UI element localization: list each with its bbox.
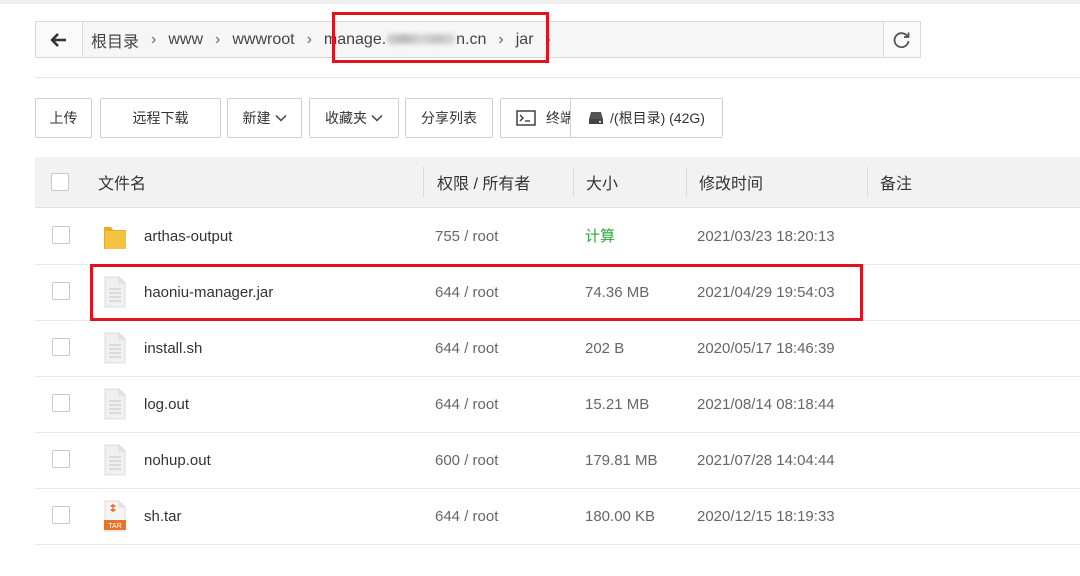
file-icon bbox=[104, 388, 126, 420]
table-row[interactable]: install.sh 644 / root 202 B 2020/05/17 1… bbox=[35, 320, 1080, 377]
divider bbox=[35, 77, 1080, 78]
new-label: 新建 bbox=[242, 110, 271, 126]
column-divider bbox=[867, 167, 868, 197]
row-checkbox[interactable] bbox=[52, 282, 70, 300]
column-divider bbox=[423, 167, 424, 197]
table-header: 文件名 权限 / 所有者 大小 修改时间 备注 bbox=[35, 157, 1080, 208]
column-header-remark: 备注 bbox=[880, 176, 913, 193]
select-all-checkbox[interactable] bbox=[51, 173, 69, 191]
file-name[interactable]: log.out bbox=[144, 376, 189, 432]
table-row[interactable]: arthas-output 755 / root 计算 2021/03/23 1… bbox=[35, 208, 1080, 265]
file-permission[interactable]: 600 / root bbox=[435, 432, 498, 488]
file-size: 202 B bbox=[585, 340, 625, 357]
file-icon bbox=[104, 332, 126, 364]
table-row[interactable]: log.out 644 / root 15.21 MB 2021/08/14 0… bbox=[35, 376, 1080, 433]
breadcrumb-item-www[interactable]: www bbox=[162, 31, 209, 49]
row-checkbox[interactable] bbox=[52, 394, 70, 412]
file-name[interactable]: sh.tar bbox=[144, 488, 182, 544]
file-name[interactable]: nohup.out bbox=[144, 432, 211, 488]
file-permission[interactable]: 644 / root bbox=[435, 320, 498, 376]
disk-root-button[interactable]: /(根目录) (42G) bbox=[570, 98, 723, 138]
file-permission[interactable]: 755 / root bbox=[435, 208, 498, 264]
file-permission[interactable]: 644 / root bbox=[435, 376, 498, 432]
file-name[interactable]: arthas-output bbox=[144, 208, 232, 264]
file-mtime: 2021/03/23 18:20:13 bbox=[697, 228, 835, 245]
breadcrumb-separator: › bbox=[306, 30, 312, 48]
tar-label: TAR bbox=[108, 523, 121, 530]
new-dropdown-button[interactable]: 新建 bbox=[227, 98, 302, 138]
file-manager-panel: 根目录 › www › wwwroot › manage. n.cn › jar … bbox=[0, 0, 1080, 576]
tar-archive-icon: TAR bbox=[104, 500, 126, 532]
favorites-dropdown-button[interactable]: 收藏夹 bbox=[309, 98, 399, 138]
highlight-box-row bbox=[90, 264, 863, 321]
breadcrumb-separator: › bbox=[215, 30, 221, 48]
breadcrumb-separator: › bbox=[151, 30, 157, 48]
row-checkbox[interactable] bbox=[52, 226, 70, 244]
row-checkbox[interactable] bbox=[52, 506, 70, 524]
remote-download-button[interactable]: 远程下载 bbox=[100, 98, 221, 138]
column-header-permission[interactable]: 权限 / 所有者 bbox=[437, 157, 530, 207]
breadcrumb-item-root[interactable]: 根目录 bbox=[83, 28, 145, 52]
column-header-filename[interactable]: 文件名 bbox=[98, 157, 146, 207]
folder-icon bbox=[104, 227, 126, 249]
row-checkbox[interactable] bbox=[52, 450, 70, 468]
terminal-icon bbox=[516, 110, 536, 126]
file-name[interactable]: install.sh bbox=[144, 320, 202, 376]
share-list-button[interactable]: 分享列表 bbox=[405, 98, 493, 138]
disk-label: /(根目录) (42G) bbox=[610, 110, 705, 126]
favorites-label: 收藏夹 bbox=[325, 110, 367, 126]
refresh-button[interactable] bbox=[883, 22, 920, 57]
chevron-down-icon bbox=[274, 114, 287, 122]
column-divider bbox=[686, 167, 687, 197]
back-button[interactable] bbox=[36, 22, 83, 57]
file-size: 179.81 MB bbox=[585, 452, 658, 469]
hard-drive-icon bbox=[589, 112, 604, 124]
refresh-icon bbox=[893, 31, 910, 48]
row-checkbox[interactable] bbox=[52, 338, 70, 356]
file-mtime: 2021/08/14 08:18:44 bbox=[697, 396, 835, 413]
breadcrumb-item-wwwroot[interactable]: wwwroot bbox=[226, 31, 300, 49]
column-divider bbox=[573, 167, 574, 197]
file-mtime: 2021/07/28 14:04:44 bbox=[697, 452, 835, 469]
upload-button[interactable]: 上传 bbox=[35, 98, 92, 138]
table-row[interactable]: nohup.out 600 / root 179.81 MB 2021/07/2… bbox=[35, 432, 1080, 489]
file-mtime: 2020/05/17 18:46:39 bbox=[697, 340, 835, 357]
calculate-size-link[interactable]: 计算 bbox=[585, 208, 615, 264]
file-icon bbox=[104, 444, 126, 476]
top-strip bbox=[0, 0, 1080, 4]
file-size: 180.00 KB bbox=[585, 508, 656, 525]
file-size: 15.21 MB bbox=[585, 396, 650, 413]
table-row[interactable]: TAR sh.tar 644 / root 180.00 KB 2020/12/… bbox=[35, 488, 1080, 545]
chevron-down-icon bbox=[371, 114, 383, 122]
column-header-mtime[interactable]: 修改时间 bbox=[699, 157, 763, 207]
arrow-left-icon bbox=[51, 32, 66, 47]
column-header-size[interactable]: 大小 bbox=[586, 157, 618, 207]
highlight-box-domain bbox=[332, 12, 549, 63]
file-mtime: 2020/12/15 18:19:33 bbox=[697, 508, 835, 525]
file-permission[interactable]: 644 / root bbox=[435, 488, 498, 544]
